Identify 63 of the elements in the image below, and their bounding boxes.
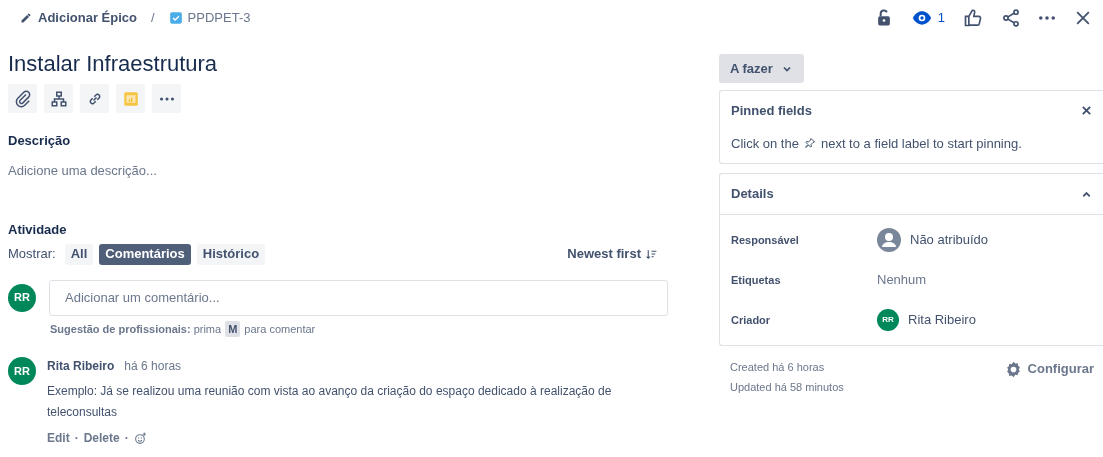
share-icon [1001, 8, 1021, 28]
gear-icon [1004, 360, 1022, 378]
user-avatar: RR [8, 283, 36, 312]
breadcrumb-separator: / [150, 9, 155, 28]
issue-title: Instalar Infraestrutura [8, 50, 219, 78]
attach-button[interactable] [8, 84, 37, 113]
like-button[interactable] [963, 8, 983, 28]
sort-icon [645, 247, 658, 261]
tip-text: para comentar [244, 321, 316, 337]
user-avatar: RR [8, 357, 36, 385]
created-date: Created há 6 horas [730, 360, 826, 375]
eye-icon [911, 8, 932, 28]
sort-button[interactable]: Newest first [567, 244, 658, 264]
field-label: Etiquetas [731, 272, 782, 288]
panel-title: Pinned fields [731, 102, 812, 120]
filter-tab[interactable]: All [64, 243, 94, 265]
paperclip-icon [13, 89, 32, 108]
person-icon [877, 228, 901, 252]
comment-time: há 6 horas [124, 358, 182, 375]
chart-app-icon [121, 89, 140, 108]
user-avatar: RR [877, 309, 899, 331]
issue-key-link[interactable]: PPDPET-3 [187, 8, 251, 28]
more-icon [159, 96, 174, 101]
watch-button[interactable]: 1 [911, 8, 945, 28]
task-icon [168, 11, 183, 25]
show-label: Mostrar: [8, 245, 56, 264]
epic-link[interactable]: Adicionar Épico [20, 8, 137, 28]
description-placeholder[interactable]: Adicione uma descrição... [8, 160, 157, 180]
more-icon [1039, 16, 1055, 20]
hint-text: Click on the [731, 134, 799, 153]
field-label: Criador [731, 312, 772, 328]
keyboard-key: M [225, 320, 241, 337]
filter-tab[interactable]: Histórico [196, 243, 266, 265]
comment-action-link[interactable]: Delete [83, 429, 120, 447]
comment-body: Exemplo: Já se realizou uma reunião com vista ao avanço da criação do espaço dedicado à realização de teleconsultas [47, 383, 613, 421]
configure-button[interactable]: Configurar [1004, 359, 1094, 379]
status-dropdown[interactable]: A fazer [719, 54, 804, 83]
hint-text: next to a field label to start pinning. [820, 134, 1022, 153]
updated-date: Updated há 58 minutos [730, 380, 844, 395]
separator-dot: · [124, 430, 129, 447]
close-button[interactable] [1081, 105, 1092, 117]
comment-author: Rita Ribeiro [47, 358, 115, 375]
emoji-icon[interactable] [133, 431, 147, 445]
field-value[interactable]: Nenhum [877, 270, 927, 290]
hierarchy-icon [49, 89, 68, 108]
child-issues-button[interactable] [44, 84, 73, 113]
tip-text: Sugestão de profissionais: prima [50, 321, 222, 337]
like-icon [963, 8, 983, 28]
field-value[interactable]: Rita Ribeiro [908, 310, 976, 330]
close-icon [1081, 105, 1092, 117]
pencil-icon [20, 12, 32, 24]
section-label: Atividade [8, 221, 68, 239]
panel-title: Details [731, 185, 774, 204]
field-label: Responsável [731, 232, 800, 248]
field-value[interactable]: Não atribuído [910, 230, 989, 250]
comment-field[interactable]: Adicionar um comentário... [49, 279, 668, 316]
filter-tab[interactable]: Comentários [99, 243, 191, 265]
separator-dot: · [74, 430, 79, 447]
pin-icon [803, 137, 816, 150]
comment-action-link[interactable]: Edit [47, 429, 70, 447]
share-button[interactable] [1001, 8, 1021, 28]
section-label: Descrição [8, 132, 72, 150]
link-button[interactable] [80, 84, 109, 113]
